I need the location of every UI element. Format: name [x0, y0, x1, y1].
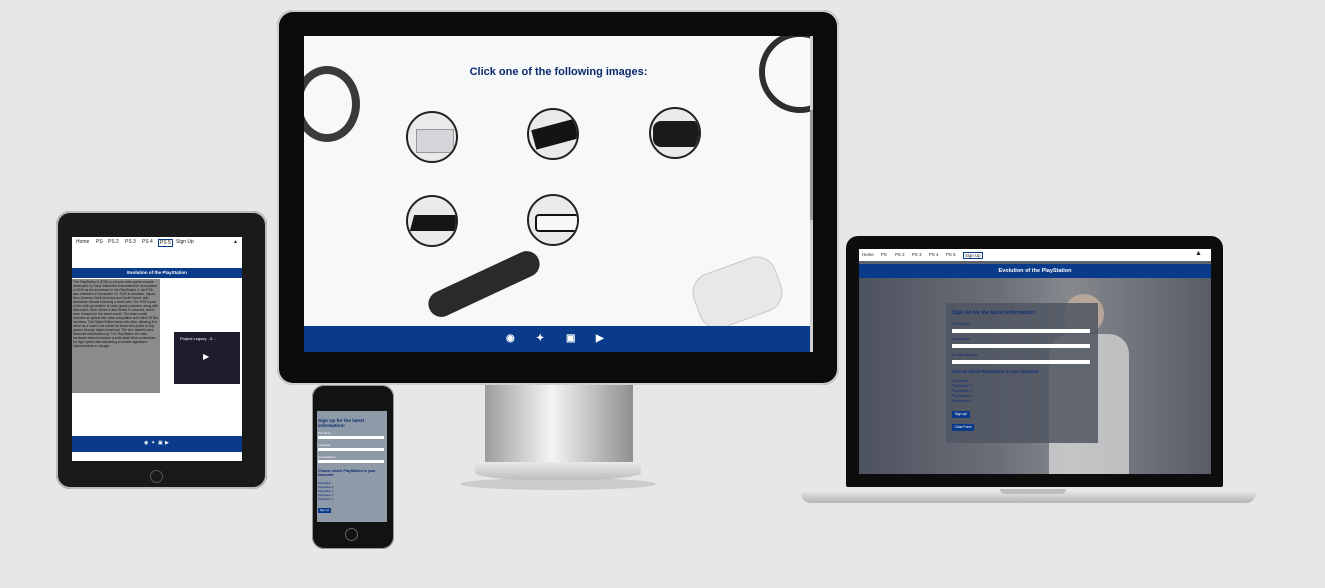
desktop-screen: Click one of the following images: ◉ ✦ ▣… [304, 36, 813, 352]
page-heading: Click one of the following images: [469, 66, 648, 78]
imac-stand [485, 385, 633, 465]
instagram-icon[interactable]: ▣ [566, 333, 575, 344]
phone-signup-form: Sign Up for the latest information! Firs… [317, 411, 387, 522]
laptop-form-title: Sign Up for the latest information! [952, 310, 1036, 316]
phone-first-name-input[interactable] [318, 436, 384, 439]
laptop-nav-home[interactable]: Home [862, 252, 874, 257]
laptop-signup-form: Sign Up for the latest information! Firs… [946, 303, 1098, 443]
laptop-signup-button[interactable]: Sign up! [952, 411, 970, 418]
tablet-twitter-icon[interactable]: ✦ [151, 440, 155, 446]
phone-last-name-input[interactable] [318, 448, 384, 451]
laptop-nav-ps[interactable]: PS [881, 252, 887, 257]
move-controller-decoration [424, 246, 544, 322]
laptop-option-ps5[interactable]: PlayStation 5 [952, 399, 972, 403]
ps5-image[interactable] [527, 194, 579, 246]
video-title: Project Legacy - 5... [180, 336, 216, 341]
laptop-nav-ps2[interactable]: PS 2 [895, 252, 905, 257]
laptop-option-ps1[interactable]: PlayStation [952, 379, 969, 383]
tablet-nav-ps[interactable]: PS [96, 239, 103, 245]
phone-option-ps2[interactable]: PlayStation 2 [318, 486, 333, 489]
imac-foot [475, 462, 641, 480]
laptop-notch [1000, 489, 1066, 494]
laptop-playstation-logo-icon: ▲ [1195, 250, 1202, 257]
laptop-option-ps3[interactable]: PlayStation 3 [952, 389, 972, 393]
laptop-first-name-label: First Name [952, 322, 971, 326]
tablet-nav-home[interactable]: Home [76, 239, 89, 245]
tablet-nav-signup[interactable]: Sign Up [176, 239, 194, 245]
ps1-image[interactable] [406, 111, 458, 163]
laptop-screen: Home PS PS 2 PS 3 PS 4 PS 5 Sign Up ▲ Ev… [859, 249, 1211, 474]
tablet-ps5-description: The PlayStation 5 (PS5) is a home video … [72, 279, 160, 393]
laptop-favourite-title: Choose which PlayStation is your favouri… [952, 369, 1040, 374]
tablet-screen: Home PS PS 2 PS 3 PS 4 PS 5 Sign Up ▲ Ev… [72, 237, 242, 461]
tablet-instagram-icon[interactable]: ▣ [158, 440, 163, 446]
laptop-nav-ps4[interactable]: PS 4 [929, 252, 939, 257]
phone-favourite-title: Choose which PlayStation is your favouri… [318, 469, 376, 477]
laptop-hero-title: Evolution of the PlayStation [859, 264, 1211, 278]
tablet-nav-ps4[interactable]: PS 4 [142, 239, 153, 245]
laptop-nav-ps3[interactable]: PS 3 [912, 252, 922, 257]
play-icon[interactable]: ▶ [203, 352, 209, 361]
phone-option-ps3[interactable]: PlayStation 3 [318, 490, 333, 493]
laptop-email-input[interactable] [952, 360, 1090, 364]
phone-home-button [345, 528, 358, 541]
playstation-logo-icon: ▲ [233, 239, 238, 245]
laptop-last-name-label: Last Name [952, 337, 971, 341]
laptop-option-ps2[interactable]: PlayStation 2 [952, 384, 972, 388]
laptop-nav-signup[interactable]: Sign Up [963, 252, 983, 259]
tablet-facebook-icon[interactable]: ◉ [144, 440, 148, 446]
ps4-image[interactable] [406, 195, 458, 247]
tablet-home-button [150, 470, 163, 483]
tablet-nav-ps3[interactable]: PS 3 [125, 239, 136, 245]
laptop-nav-ps5[interactable]: PS 5 [946, 252, 956, 257]
desktop-footer: ◉ ✦ ▣ ▶ [304, 326, 813, 352]
twitter-icon[interactable]: ✦ [536, 333, 544, 344]
phone-form-title: Sign Up for the latest information! [318, 418, 365, 428]
phone-last-name-label: Last Name [318, 444, 331, 447]
laptop-first-name-input[interactable] [952, 329, 1090, 333]
laptop-last-name-input[interactable] [952, 344, 1090, 348]
phone-email-input[interactable] [318, 460, 384, 463]
phone-first-name-label: First Name [318, 432, 331, 435]
facebook-icon[interactable]: ◉ [506, 333, 515, 344]
desktop-scroll-thumb[interactable] [810, 110, 813, 220]
tablet-hero-title: Evolution of the PlayStation [72, 268, 242, 278]
youtube-icon[interactable]: ▶ [596, 333, 604, 344]
tablet-navbar: Home PS PS 2 PS 3 PS 4 PS 5 Sign Up ▲ [72, 237, 242, 248]
phone-screen: Sign Up for the latest information! Firs… [317, 411, 387, 522]
tablet-video-player[interactable]: Project Legacy - 5... ▶ [174, 332, 240, 384]
phone-option-ps1[interactable]: PlayStation [318, 482, 331, 485]
phone-option-ps5[interactable]: PlayStation 5 [318, 498, 333, 501]
tablet-footer: ◉ ✦ ▣ ▶ [72, 436, 242, 452]
phone-option-ps4[interactable]: PlayStation 4 [318, 494, 333, 497]
phone-email-label: E-mail Address [318, 456, 336, 459]
tablet-nav-ps2[interactable]: PS 2 [108, 239, 119, 245]
tablet-youtube-icon[interactable]: ▶ [165, 440, 169, 446]
ps3-image[interactable] [649, 107, 701, 159]
gamepad-decoration [686, 250, 789, 335]
laptop-email-label: E-mail Address [952, 353, 978, 357]
laptop-option-ps4[interactable]: PlayStation 4 [952, 394, 972, 398]
ps2-image[interactable] [527, 108, 579, 160]
phone-signup-button[interactable]: Sign up! [318, 508, 331, 513]
laptop-clear-form-button[interactable]: Clear Form [952, 424, 974, 431]
tablet-nav-ps5[interactable]: PS 5 [158, 239, 173, 247]
laptop-navbar: Home PS PS 2 PS 3 PS 4 PS 5 Sign Up ▲ [859, 249, 1211, 261]
